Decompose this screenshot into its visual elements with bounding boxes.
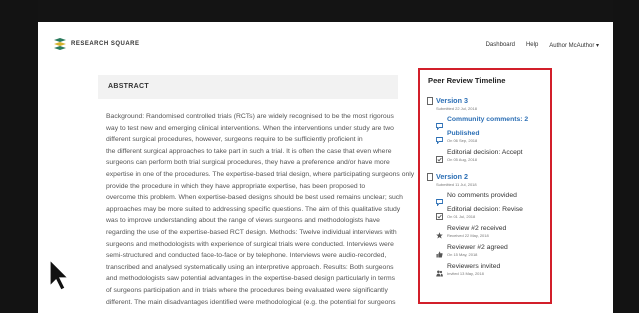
version-date: Submitted 11 Jul, 2018 xyxy=(436,182,477,187)
checkbox-icon xyxy=(436,150,443,163)
version-label[interactable]: Version 3 xyxy=(436,96,477,105)
timeline-version[interactable]: Version 3 Submitted 22 Jul, 2018 xyxy=(427,96,477,111)
site-header: RESEARCH SQUARE Dashboard Help Author Mc… xyxy=(38,22,613,66)
event-date: On 15 May, 2018 xyxy=(447,252,478,257)
abstract-line: transcribed and analysed systematically … xyxy=(106,263,394,271)
nav-author-menu[interactable]: Author McAuthor ▾ xyxy=(549,42,599,49)
timeline-event: Editorial decision: Revise On 01 Jul, 201… xyxy=(436,206,523,220)
timeline-version[interactable]: Version 2 Submitted 11 Jul, 2018 xyxy=(427,172,477,187)
abstract-line: the different surgical approaches to tak… xyxy=(106,147,392,155)
event-text: No comments provided xyxy=(447,192,517,199)
event-text: Reviewers invited Invited 13 May, 2018 xyxy=(447,263,500,276)
event-text: Editorial decision: Revise On 01 Jul, 201… xyxy=(447,206,523,219)
timeline-event: Review #2 received Received 22 May, 2018 xyxy=(436,225,506,239)
event-label[interactable]: Published xyxy=(447,130,479,137)
timeline-event: No comments provided xyxy=(436,192,517,207)
star-icon xyxy=(436,226,443,239)
abstract-line: Background: Randomised controlled trials… xyxy=(106,113,394,120)
timeline-event[interactable]: Published On 06 Sep, 2018 xyxy=(436,130,479,145)
version-date: Submitted 22 Jul, 2018 xyxy=(436,106,477,111)
document-icon xyxy=(427,97,433,105)
abstract-line: approaches may be more suited to address… xyxy=(106,205,401,213)
event-text: Community comments: 2 xyxy=(447,116,528,123)
comment-icon xyxy=(436,117,443,131)
document-icon xyxy=(427,173,433,181)
abstract-section: ABSTRACT Background: Randomised controll… xyxy=(98,75,415,313)
event-text: Published On 06 Sep, 2018 xyxy=(447,130,479,143)
research-square-logo-icon xyxy=(54,38,66,50)
version-info: Version 3 Submitted 22 Jul, 2018 xyxy=(436,96,477,111)
timeline-event: Editorial decision: Accept On 05 Aug, 201… xyxy=(436,149,523,163)
abstract-body: Background: Randomised controlled trials… xyxy=(106,111,415,308)
comment-icon xyxy=(436,193,443,207)
abstract-line: and methodologists saw potential advanta… xyxy=(106,275,396,283)
peer-review-timeline: Peer Review Timeline Version 3 Submitted … xyxy=(418,68,552,304)
brand-logo[interactable]: RESEARCH SQUARE xyxy=(53,38,140,50)
event-text: Reviewer #2 agreed On 15 May, 2018 xyxy=(447,244,508,257)
abstract-line: provide the procedure in which they have… xyxy=(106,182,366,190)
device-bezel-right xyxy=(613,0,639,313)
event-label[interactable]: Community comments: 2 xyxy=(447,116,528,123)
abstract-line: different. The main disadvantages identi… xyxy=(106,298,396,306)
abstract-line: expertise in one of the procedures. The … xyxy=(106,170,415,178)
thumbs-up-icon xyxy=(436,245,443,258)
device-bezel-left xyxy=(0,0,38,313)
timeline-event[interactable]: Community comments: 2 xyxy=(436,116,528,131)
timeline-event: Reviewers invited Invited 13 May, 2018 xyxy=(436,263,500,277)
device-bezel-top xyxy=(0,0,639,22)
version-label[interactable]: Version 2 xyxy=(436,172,477,181)
nav-help[interactable]: Help xyxy=(526,42,538,49)
abstract-line: regarding the use of the expertise-based… xyxy=(106,228,397,236)
top-nav: Dashboard Help Author McAuthor ▾ xyxy=(486,42,599,49)
abstract-line: semi-structured and conducted face-to-fa… xyxy=(106,252,387,260)
event-date: Received 22 May, 2018 xyxy=(447,233,489,238)
brand-name: RESEARCH SQUARE xyxy=(71,41,140,47)
event-label: Editorial decision: Revise xyxy=(447,206,523,213)
event-date: On 01 Jul, 2018 xyxy=(447,214,476,219)
nav-dashboard[interactable]: Dashboard xyxy=(486,42,515,49)
event-text: Review #2 received Received 22 May, 2018 xyxy=(447,225,506,238)
event-label: Editorial decision: Accept xyxy=(447,149,523,156)
event-label: Reviewer #2 agreed xyxy=(447,244,508,251)
abstract-line: surgeons and methodologists with experie… xyxy=(106,240,394,248)
abstract-header: ABSTRACT xyxy=(98,75,398,99)
abstract-line: way to test new and emerging clinical in… xyxy=(106,124,394,132)
version-info: Version 2 Submitted 11 Jul, 2018 xyxy=(436,172,477,187)
comment-icon xyxy=(436,131,443,145)
checkbox-icon xyxy=(436,207,443,220)
browser-screen: RESEARCH SQUARE Dashboard Help Author Mc… xyxy=(38,22,613,313)
abstract-line: was to improve understanding about the r… xyxy=(106,217,380,225)
timeline-title: Peer Review Timeline xyxy=(428,76,506,85)
abstract-line: of surgeons participation and in trials … xyxy=(106,286,388,294)
event-date: Invited 13 May, 2018 xyxy=(447,271,484,276)
timeline-event: Reviewer #2 agreed On 15 May, 2018 xyxy=(436,244,508,258)
people-icon xyxy=(436,264,443,277)
mouse-cursor-icon xyxy=(49,258,70,291)
abstract-line: different surgical procedures, however, … xyxy=(106,136,363,144)
event-text: Editorial decision: Accept On 05 Aug, 201… xyxy=(447,149,523,162)
event-label: Reviewers invited xyxy=(447,263,501,270)
event-date: On 05 Aug, 2018 xyxy=(447,157,478,162)
event-date: On 06 Sep, 2018 xyxy=(447,138,478,143)
event-label: No comments provided xyxy=(447,192,517,199)
abstract-line: surgeons can perform both trial surgical… xyxy=(106,159,390,167)
event-label: Review #2 received xyxy=(447,225,507,232)
abstract-line: overcome this problem. When expertise-ba… xyxy=(106,194,403,202)
abstract-heading: ABSTRACT xyxy=(108,83,149,90)
